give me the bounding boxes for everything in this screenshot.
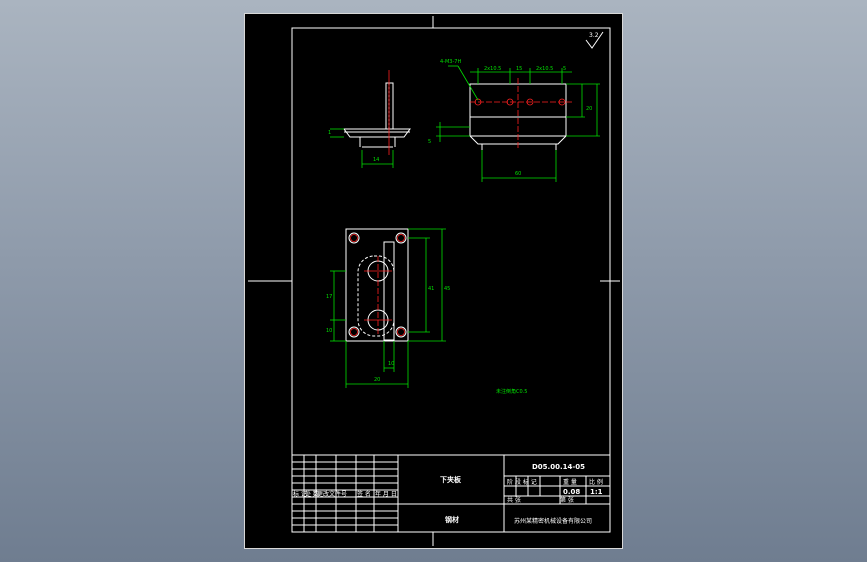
roughness-value: 3.2 <box>589 32 599 39</box>
label-signature: 签 名 <box>357 490 371 498</box>
title-block: 标 记 处 数 更改文件号 签 名 年 月 日 下夹板 钢材 D05.00.14… <box>291 454 611 533</box>
label-sheet-of: 第 张 <box>560 496 574 504</box>
weight-value: 0.08 <box>563 488 580 496</box>
technical-note: 未注倒角C0.5 <box>496 388 527 395</box>
label-date: 年 月 日 <box>375 490 397 498</box>
plan-view: 41 45 17 10 20 10 <box>326 228 450 388</box>
dim-plan-width: 20 <box>374 377 380 383</box>
dim-front-d4: 5 <box>563 66 566 72</box>
dim-front-height: 20 <box>586 106 592 112</box>
side-view: 14 1 <box>328 70 411 168</box>
part-name: 下夹板 <box>440 475 462 484</box>
dim-front-d1: 2x10.5 <box>484 66 501 72</box>
dim-plan-height: 45 <box>444 286 450 292</box>
dim-front-overall: 60 <box>515 171 521 177</box>
label-weight: 重 量 <box>563 478 577 486</box>
dim-plan-left-v2: 10 <box>326 328 332 334</box>
roughness-symbol: 3.2 <box>585 31 604 49</box>
dim-plan-left-v1: 17 <box>326 294 332 300</box>
material: 钢材 <box>445 515 459 524</box>
dim-front-d3: 2x10.5 <box>536 66 553 72</box>
company-name: 苏州某精密机械设备有限公司 <box>514 517 592 525</box>
dim-plan-inner: 41 <box>428 286 434 292</box>
cad-viewport[interactable]: 3.2 14 1 2x10.5 15 2x10.5 5 4-M3-7H 20 5… <box>0 0 867 562</box>
drawing-canvas: 3.2 14 1 2x10.5 15 2x10.5 5 4-M3-7H 20 5… <box>248 16 620 546</box>
label-change-doc: 更改文件号 <box>317 490 347 498</box>
drawing-number: D05.00.14-05 <box>532 463 585 471</box>
dim-side-width: 14 <box>373 157 379 163</box>
dim-front-left-v: 5 <box>428 139 431 145</box>
label-stage-mark: 阶 段 标 记 <box>507 478 537 486</box>
dim-side-v: 1 <box>328 130 331 136</box>
front-view: 2x10.5 15 2x10.5 5 4-M3-7H 20 5 60 <box>428 59 600 182</box>
inner-frame <box>291 27 611 533</box>
label-sheet: 共 张 <box>507 496 521 504</box>
dim-plan-gap: 10 <box>388 361 394 367</box>
hole-callout: 4-M3-7H <box>440 59 461 65</box>
label-scale: 比 例 <box>589 478 603 486</box>
dim-front-d2: 15 <box>516 66 522 72</box>
scale-value: 1:1 <box>590 488 603 496</box>
